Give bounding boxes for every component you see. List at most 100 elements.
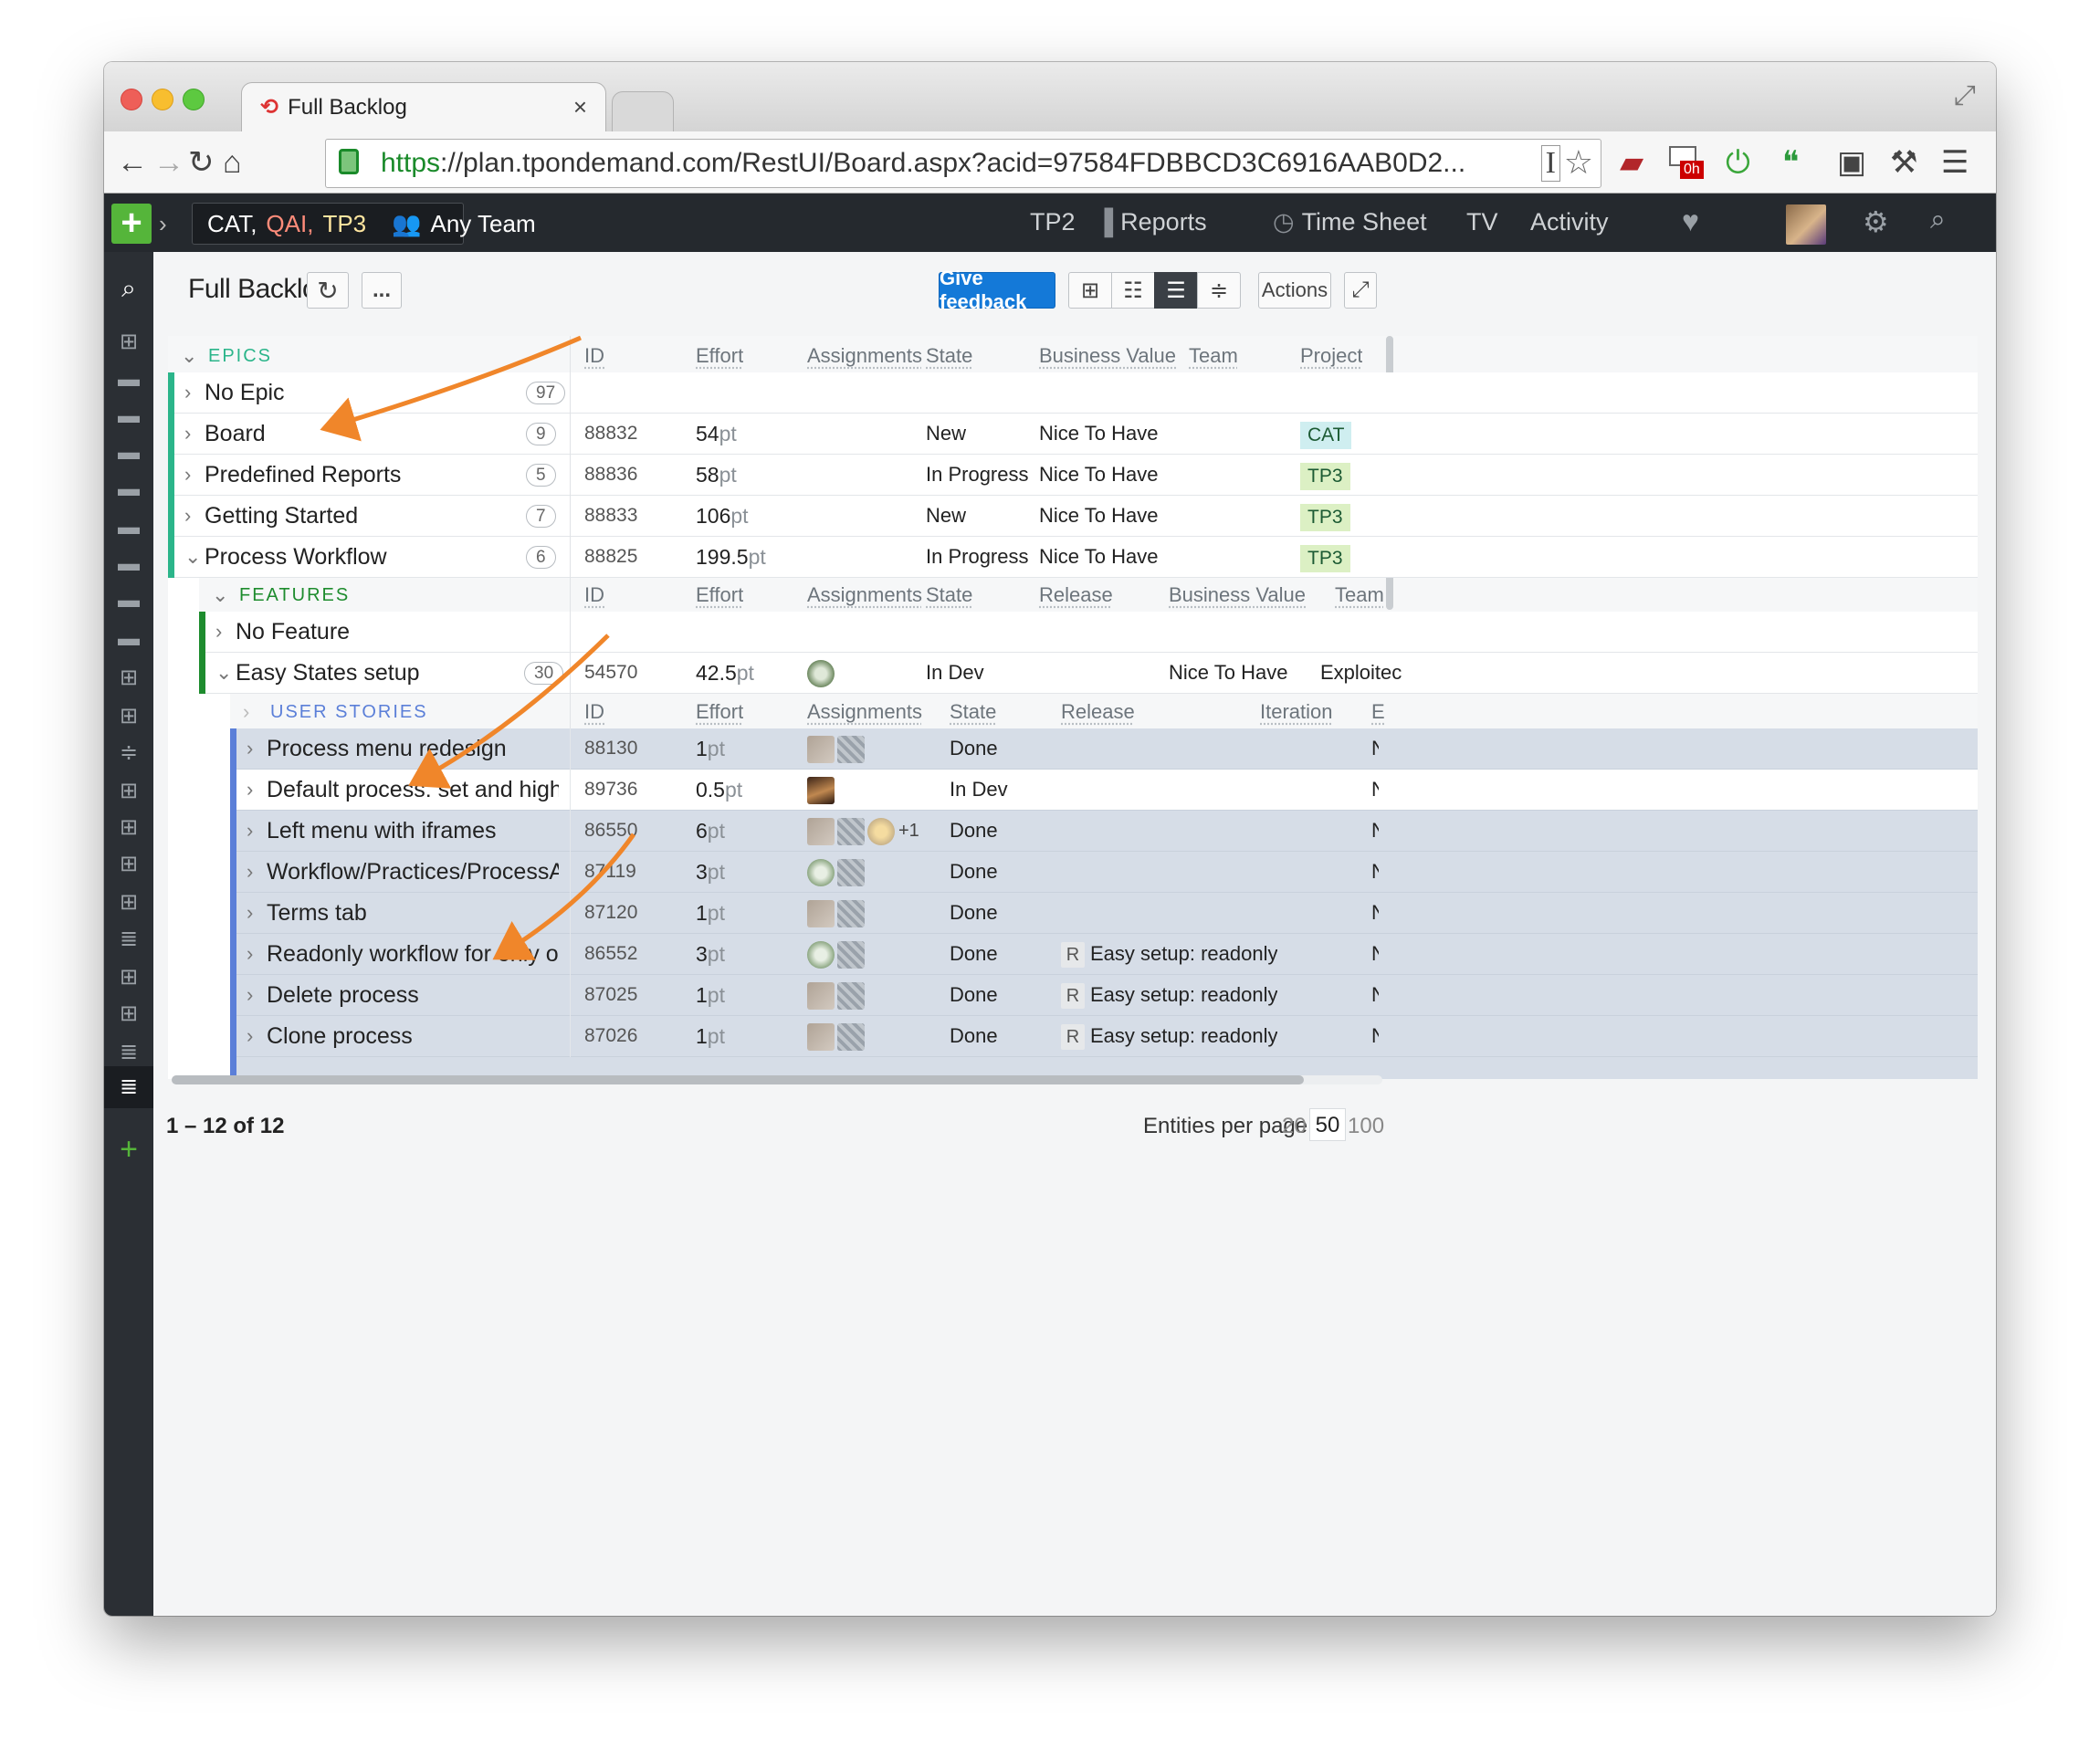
nav-time-sheet[interactable]: ◷ Time Sheet: [1273, 208, 1427, 236]
col-business-value[interactable]: Business Value: [1039, 336, 1176, 376]
refresh-button[interactable]: ↻: [307, 272, 349, 309]
col-release[interactable]: Release: [1061, 692, 1135, 732]
sidebar-private-board-icon[interactable]: ⊞: [104, 703, 153, 729]
menu-icon[interactable]: ☰: [1941, 142, 1969, 183]
sidebar-add-icon[interactable]: +: [104, 1132, 153, 1168]
user-story-row[interactable]: › Terms tab 87120 1pt Done N: [230, 893, 1978, 934]
sidebar-search-icon[interactable]: ⌕: [104, 274, 153, 304]
forward-icon[interactable]: →: [153, 141, 184, 184]
expand-chevron-icon[interactable]: ›: [247, 770, 253, 810]
epic-row[interactable]: ⌄ Process Workflow 6 88825 199.5pt In Progres…: [168, 537, 1978, 578]
col-assignments[interactable]: Assignments: [807, 575, 922, 615]
search-icon[interactable]: ⌕: [1930, 204, 1946, 236]
epic-name[interactable]: Board: [205, 414, 266, 454]
expand-chevron-icon[interactable]: ›: [247, 893, 253, 933]
user-story-name[interactable]: Process menu redesign: [267, 728, 559, 769]
sidebar-board-icon[interactable]: ⊞: [104, 329, 153, 355]
tab-close-icon[interactable]: ×: [573, 93, 587, 121]
expand-chevron-icon[interactable]: ›: [215, 612, 222, 652]
col-id[interactable]: ID: [584, 692, 604, 732]
back-icon[interactable]: ←: [117, 141, 148, 184]
sidebar-board-icon[interactable]: ⊞: [104, 665, 153, 691]
sidebar-private-board-icon[interactable]: ⊞: [104, 889, 153, 916]
user-story-name[interactable]: Terms tab: [267, 893, 559, 933]
epic-row[interactable]: › Predefined Reports 5 88836 58pt In Progress…: [168, 455, 1978, 496]
screenshot-extension-icon[interactable]: ▣: [1837, 142, 1866, 183]
close-window-icon[interactable]: [121, 89, 142, 110]
assignee-avatar[interactable]: [837, 736, 865, 763]
user-story-row[interactable]: › Left menu with iframes 86550 6pt +1 Done N: [230, 811, 1978, 852]
expand-chevron-icon[interactable]: ›: [184, 496, 191, 536]
col-effort[interactable]: Effort: [696, 336, 743, 376]
epic-name[interactable]: No Epic: [205, 372, 285, 413]
assignee-avatar[interactable]: [837, 941, 865, 969]
user-story-row[interactable]: › Readonly workflow for only o... 86552 3pt…: [230, 934, 1978, 975]
col-id[interactable]: ID: [584, 575, 604, 615]
assignee-avatar[interactable]: [837, 900, 865, 927]
epic-name[interactable]: Process Workflow: [205, 537, 387, 577]
sidebar-board-icon[interactable]: ⊞: [104, 851, 153, 877]
sidebar-folder-icon[interactable]: ▬: [104, 477, 153, 502]
col-project[interactable]: Project: [1300, 336, 1362, 376]
horizontal-scrollbar[interactable]: [172, 1075, 1382, 1084]
collapse-chevron-icon[interactable]: ⌄: [181, 336, 197, 376]
extension-sofa-icon[interactable]: ▰: [1620, 142, 1643, 183]
sidebar-private-list-icon[interactable]: ≣: [104, 1039, 153, 1065]
release-name[interactable]: Easy setup: readonly: [1090, 983, 1277, 1006]
fullscreen-expand-icon[interactable]: ⤢: [1954, 80, 1976, 111]
expand-chevron-icon[interactable]: ›: [247, 852, 253, 892]
assignee-avatar[interactable]: [807, 818, 835, 845]
expand-chevron-icon[interactable]: ›: [184, 455, 191, 495]
release-name[interactable]: Easy setup: readonly: [1090, 1024, 1277, 1047]
sidebar-folder-icon[interactable]: ▬: [104, 626, 153, 652]
expand-chevron-icon[interactable]: ›: [184, 372, 191, 413]
assignee-avatar[interactable]: [837, 982, 865, 1010]
url-bar[interactable]: https://plan.tpondemand.com/RestUI/Board…: [325, 139, 1601, 188]
power-extension-icon[interactable]: ⏻: [1726, 142, 1750, 183]
user-story-name[interactable]: Left menu with iframes: [267, 811, 559, 851]
project-tag[interactable]: CAT: [1300, 422, 1352, 449]
project-tag[interactable]: TP3: [1300, 504, 1350, 531]
per-page-option-100[interactable]: 100: [1348, 1114, 1384, 1139]
sidebar-board-icon[interactable]: ⊞: [104, 1000, 153, 1027]
browser-tab[interactable]: ⟲ Full Backlog ×: [241, 82, 606, 131]
col-team[interactable]: Team: [1189, 336, 1238, 376]
view-board-icon[interactable]: ⊞: [1068, 272, 1112, 309]
user-story-row[interactable]: › Process menu redesign 88130 1pt Done N: [230, 728, 1978, 770]
assignee-avatar[interactable]: [807, 777, 835, 804]
reload-icon[interactable]: ↻: [188, 141, 215, 184]
assignee-avatar[interactable]: [807, 859, 835, 886]
user-avatar[interactable]: [1786, 204, 1826, 245]
expand-chevron-icon[interactable]: ›: [243, 692, 249, 732]
epic-row[interactable]: › Board 9 88832 54pt New Nice To Have CAT: [168, 414, 1978, 455]
sidebar-private-board-icon[interactable]: ⊞: [104, 964, 153, 990]
sidebar-folder-icon[interactable]: ▬: [104, 588, 153, 613]
col-id[interactable]: ID: [584, 336, 604, 376]
feature-name[interactable]: No Feature: [236, 612, 350, 652]
add-entity-button[interactable]: +: [111, 204, 152, 244]
view-details-icon[interactable]: ☷: [1111, 272, 1155, 309]
sidebar-active-list-icon[interactable]: ≣: [104, 1066, 153, 1108]
wrench-icon[interactable]: ⚒: [1890, 142, 1917, 183]
col-assignments[interactable]: Assignments: [807, 692, 922, 732]
sidebar-board-icon[interactable]: ⊞: [104, 778, 153, 804]
col-effort[interactable]: Effort: [696, 575, 743, 615]
col-state[interactable]: State: [926, 575, 972, 615]
sidebar-folder-icon[interactable]: ▬: [104, 515, 153, 540]
epic-name[interactable]: Predefined Reports: [205, 455, 401, 495]
user-story-name[interactable]: Default process: set and highli...: [267, 770, 559, 810]
more-assignees-count[interactable]: +1: [898, 811, 919, 851]
assignee-avatar[interactable]: [807, 660, 835, 687]
reader-icon[interactable]: I: [1540, 145, 1560, 182]
per-page-option-20[interactable]: 20: [1282, 1114, 1307, 1139]
give-feedback-button[interactable]: Give feedback: [939, 267, 1055, 313]
epic-name[interactable]: Getting Started: [205, 496, 358, 536]
assignee-avatar[interactable]: [807, 1023, 835, 1051]
sidebar-timeline-icon[interactable]: ≑: [104, 739, 153, 766]
release-name[interactable]: Easy setup: readonly: [1090, 942, 1277, 965]
feature-name[interactable]: Easy States setup: [236, 653, 420, 693]
user-story-row[interactable]: › Default process: set and highli... 89736…: [230, 770, 1978, 811]
col-iteration[interactable]: Iteration: [1260, 692, 1333, 732]
horizontal-scrollbar-thumb[interactable]: [172, 1075, 1304, 1084]
col-business-value[interactable]: Business Value: [1169, 575, 1306, 615]
